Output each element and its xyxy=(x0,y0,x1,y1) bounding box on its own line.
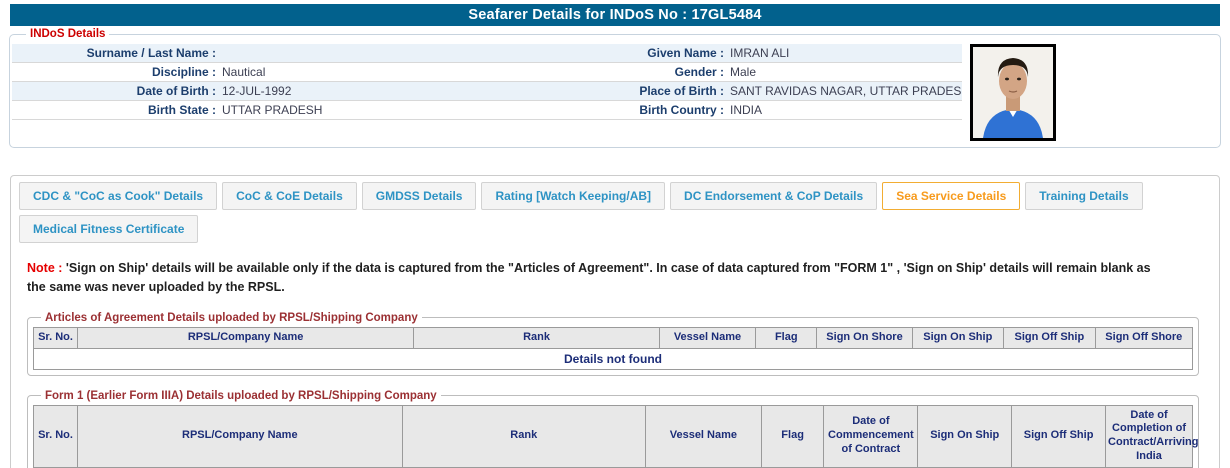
col-vessel-name: Vessel Name xyxy=(645,405,761,467)
sign-on-ship-note: Note : 'Sign on Ship' details will be av… xyxy=(27,259,1171,298)
form1-table: Sr. No. RPSL/Company Name Rank Vessel Na… xyxy=(33,405,1193,468)
gender-value: Male xyxy=(730,63,962,81)
tab-cdc-coc-as-cook[interactable]: CDC & "CoC as Cook" Details xyxy=(19,182,217,210)
col-sr-no: Sr. No. xyxy=(34,405,78,467)
tab-strip: CDC & "CoC as Cook" Details CoC & CoE De… xyxy=(19,182,1211,243)
articles-of-agreement-section: Articles of Agreement Details uploaded b… xyxy=(27,312,1199,376)
tab-coc-coe[interactable]: CoC & CoE Details xyxy=(222,182,357,210)
indos-details-section: INDoS Details Surname / Last Name : Give… xyxy=(9,28,1221,148)
indos-details-rows: Surname / Last Name : Given Name : IMRAN… xyxy=(12,44,962,120)
form1-header-row: Sr. No. RPSL/Company Name Rank Vessel Na… xyxy=(34,405,1193,467)
col-date-of-commencement: Date of Commencement of Contract xyxy=(824,405,918,467)
col-sign-on-ship: Sign On Ship xyxy=(918,405,1012,467)
col-flag: Flag xyxy=(761,405,824,467)
gender-label: Gender : xyxy=(580,63,730,81)
tab-sea-service[interactable]: Sea Service Details xyxy=(882,182,1020,210)
surname-label: Surname / Last Name : xyxy=(12,44,222,62)
seafarer-photo xyxy=(970,44,1056,141)
date-of-birth-value: 12-JUL-1992 xyxy=(222,82,580,100)
place-of-birth-value: SANT RAVIDAS NAGAR, UTTAR PRADESH xyxy=(730,82,962,100)
col-sign-on-shore: Sign On Shore xyxy=(817,327,912,348)
form1-legend: Form 1 (Earlier Form IIIA) Details uploa… xyxy=(41,390,441,402)
articles-of-agreement-legend: Articles of Agreement Details uploaded b… xyxy=(41,312,422,324)
indos-row-name: Surname / Last Name : Given Name : IMRAN… xyxy=(12,44,962,63)
indos-details-body: Surname / Last Name : Given Name : IMRAN… xyxy=(12,42,1214,141)
details-not-found-message: Details not found xyxy=(34,348,1193,369)
col-sign-off-shore: Sign Off Shore xyxy=(1095,327,1192,348)
col-vessel-name: Vessel Name xyxy=(659,327,755,348)
tab-dc-endorsement-cop[interactable]: DC Endorsement & CoP Details xyxy=(670,182,877,210)
given-name-label: Given Name : xyxy=(580,44,730,62)
form1-section: Form 1 (Earlier Form IIIA) Details uploa… xyxy=(27,390,1199,468)
col-company-name: RPSL/Company Name xyxy=(78,405,403,467)
indos-row-state-country: Birth State : UTTAR PRADESH Birth Countr… xyxy=(12,101,962,120)
birth-country-value: INDIA xyxy=(730,101,962,119)
tab-rating-watch-keeping[interactable]: Rating [Watch Keeping/AB] xyxy=(481,182,665,210)
indos-row-discipline-gender: Discipline : Nautical Gender : Male xyxy=(12,63,962,82)
birth-country-label: Birth Country : xyxy=(580,101,730,119)
note-text: 'Sign on Ship' details will be available… xyxy=(27,261,1151,294)
birth-state-value: UTTAR PRADESH xyxy=(222,101,580,119)
surname-value xyxy=(222,44,580,62)
discipline-label: Discipline : xyxy=(12,63,222,81)
col-company-name: RPSL/Company Name xyxy=(78,327,414,348)
col-rank: Rank xyxy=(402,405,645,467)
col-sign-off-ship: Sign Off Ship xyxy=(1004,327,1096,348)
tab-medical-fitness[interactable]: Medical Fitness Certificate xyxy=(19,215,198,243)
date-of-birth-label: Date of Birth : xyxy=(12,82,222,100)
col-sr-no: Sr. No. xyxy=(34,327,78,348)
sea-service-tab-panel: CDC & "CoC as Cook" Details CoC & CoE De… xyxy=(10,175,1220,468)
birth-state-label: Birth State : xyxy=(12,101,222,119)
col-flag: Flag xyxy=(756,327,817,348)
discipline-value: Nautical xyxy=(222,63,580,81)
indos-details-legend: INDoS Details xyxy=(26,28,109,40)
note-prefix: Note : xyxy=(27,261,62,275)
col-sign-on-ship: Sign On Ship xyxy=(912,327,1004,348)
col-sign-off-ship: Sign Off Ship xyxy=(1012,405,1106,467)
articles-empty-row: Details not found xyxy=(34,348,1193,369)
col-date-of-completion: Date of Completion of Contract/Arriving … xyxy=(1106,405,1193,467)
indos-row-birth: Date of Birth : 12-JUL-1992 Place of Bir… xyxy=(12,82,962,101)
seafarer-details-page: Seafarer Details for INDoS No : 17GL5484… xyxy=(0,0,1230,468)
articles-of-agreement-table: Sr. No. RPSL/Company Name Rank Vessel Na… xyxy=(33,327,1193,370)
given-name-value: IMRAN ALI xyxy=(730,44,962,62)
tab-training[interactable]: Training Details xyxy=(1025,182,1142,210)
page-title: Seafarer Details for INDoS No : 17GL5484 xyxy=(10,4,1220,26)
tab-gmdss[interactable]: GMDSS Details xyxy=(362,182,477,210)
articles-header-row: Sr. No. RPSL/Company Name Rank Vessel Na… xyxy=(34,327,1193,348)
col-rank: Rank xyxy=(414,327,660,348)
place-of-birth-label: Place of Birth : xyxy=(580,82,730,100)
